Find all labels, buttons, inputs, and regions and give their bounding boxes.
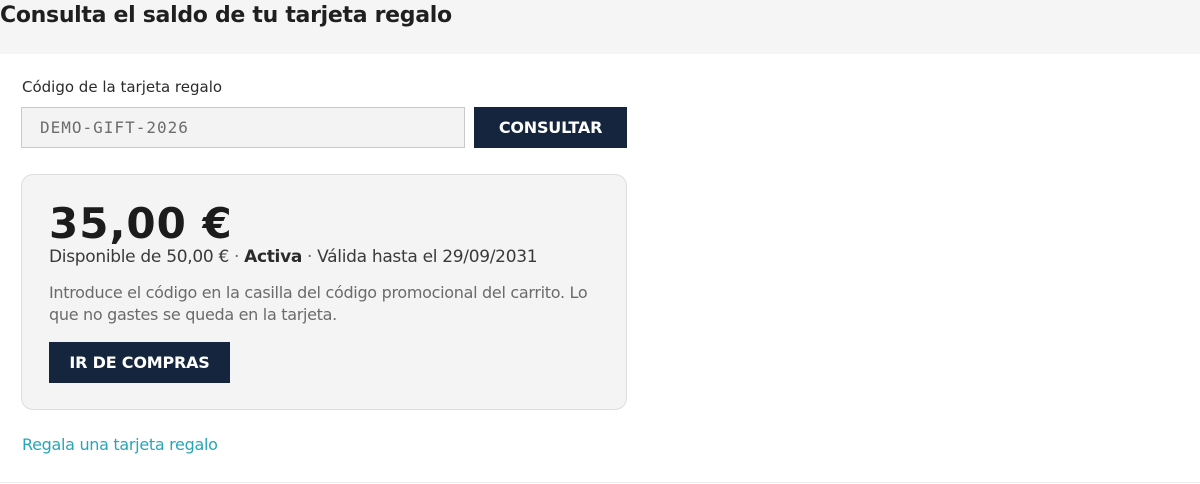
available-amount: Disponible de 50,00 € — [49, 247, 229, 267]
give-gift-card-link[interactable]: Regala una tarjeta regalo — [22, 434, 218, 456]
page-header: Consulta el saldo de tu tarjeta regalo — [0, 0, 1200, 54]
balance-card: 35,00 € Disponible de 50,00 € · Activa · Vál… — [21, 174, 627, 410]
divider — [0, 482, 1200, 483]
valid-until: Válida hasta el 29/09/2031 — [317, 247, 538, 267]
status-badge: Activa — [244, 247, 303, 267]
balance-details: Disponible de 50,00 € · Activa · Válida hast… — [49, 246, 538, 268]
usage-instructions: Introduce el código en la casilla del có… — [49, 283, 588, 324]
page-title: Consulta el saldo de tu tarjeta regalo — [0, 3, 452, 28]
consult-button[interactable]: CONSULTAR — [474, 107, 627, 148]
gift-card-code-label: Código de la tarjeta regalo — [22, 78, 223, 96]
go-shopping-button[interactable]: IR DE COMPRAS — [49, 342, 230, 383]
balance-amount: 35,00 € — [49, 199, 233, 248]
separator: · — [233, 247, 240, 267]
gift-card-code-input[interactable] — [21, 107, 465, 148]
separator: · — [307, 247, 313, 267]
